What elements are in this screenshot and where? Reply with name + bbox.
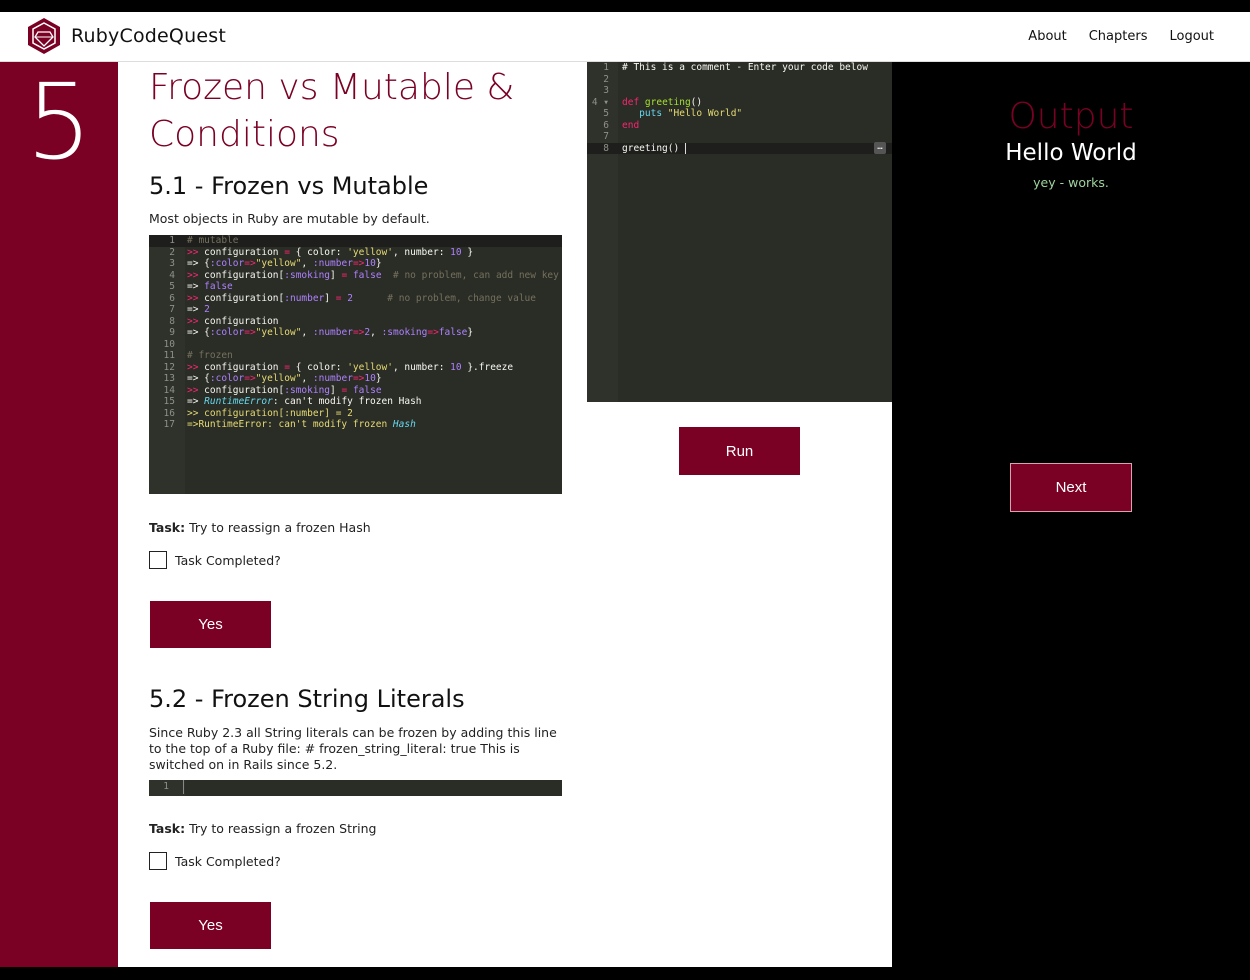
more-options-icon[interactable]: … [874, 142, 886, 154]
run-button[interactable]: Run [679, 427, 800, 475]
code-line[interactable]: 1 [149, 780, 562, 794]
output-text: Hello World [1005, 140, 1137, 166]
output-success-message: yey - works. [1033, 175, 1109, 190]
code-line: 11 # frozen [163, 350, 233, 361]
task-label: Task: [149, 821, 186, 836]
editor-line[interactable]: 2 [587, 74, 892, 86]
task-completed-checkbox[interactable] [149, 852, 167, 870]
editor-line[interactable]: 3 [587, 85, 892, 97]
output-panel [892, 62, 1250, 967]
task-text: Try to reassign a frozen String [185, 821, 377, 836]
code-editor-frozen-string[interactable]: 1 [149, 780, 562, 796]
code-line: 13 => {:color=>"yellow", :number=>10} [163, 373, 382, 384]
section-1-yes-button[interactable]: Yes [150, 601, 271, 648]
task-text: Try to reassign a frozen Hash [185, 520, 371, 535]
ruby-gem-logo-icon[interactable] [24, 16, 64, 56]
editor-line[interactable]: 7 [587, 131, 892, 143]
chapter-sidebar [0, 62, 118, 967]
top-border [0, 0, 1250, 12]
editor-line[interactable]: 8 greeting() [587, 142, 892, 154]
nav-logout-link[interactable]: Logout [1169, 29, 1214, 44]
code-line: 1 # mutable [149, 235, 562, 247]
nav-chapters-link[interactable]: Chapters [1089, 29, 1148, 44]
task-completed-label: Task Completed? [175, 552, 281, 568]
section-1-description: Most objects in Ruby are mutable by defa… [149, 211, 430, 226]
code-line: 8 >> configuration [169, 315, 279, 327]
editor-line[interactable]: 4 ▾ def greeting() [587, 97, 892, 109]
code-playground-editor[interactable]: 1 # This is a comment - Enter your code b… [587, 62, 892, 402]
nav-about-link[interactable]: About [1028, 29, 1066, 44]
chapter-title: Frozen vs Mutable & Conditions [149, 67, 515, 155]
section-2-description: Since Ruby 2.3 all String literals can b… [149, 725, 557, 772]
code-line: 14 >> configuration[:smoking] = false [163, 384, 382, 396]
top-nav: About Chapters Logout [1028, 29, 1214, 44]
section-2-title: 5.2 - Frozen String Literals [149, 685, 465, 713]
code-line: 7 => 2 [169, 304, 210, 315]
section-2-task: Task: Try to reassign a frozen String [149, 821, 376, 836]
bottom-border [0, 967, 1250, 980]
app-header: RubyCodeQuest About Chapters Logout [0, 12, 1250, 62]
task-completed-label: Task Completed? [175, 853, 281, 869]
code-line: 15 => RuntimeError: can't modify frozen H… [163, 396, 422, 407]
task-completed-checkbox[interactable] [149, 551, 167, 569]
code-line: 6 >> configuration[:number] = 2 # no prob… [169, 292, 536, 304]
code-example-frozen-hash: 1 # mutable 2 >> configuration = { color: … [149, 235, 562, 494]
section-2-yes-button[interactable]: Yes [150, 902, 271, 949]
code-line: 5 => false [169, 281, 233, 292]
section-1-task: Task: Try to reassign a frozen Hash [149, 520, 371, 535]
editor-line[interactable]: 1 # This is a comment - Enter your code b… [587, 62, 892, 74]
code-line: 2 >> configuration = { color: 'yellow', n… [169, 246, 474, 258]
output-title: Output [1008, 96, 1134, 137]
editor-line[interactable]: 5 puts "Hello World" [587, 108, 892, 120]
next-button[interactable]: Next [1010, 463, 1132, 512]
code-line: 4 >> configuration[:smoking] = false # no… [169, 269, 559, 281]
code-line: 17 =>RuntimeError: can't modify frozen Ha… [163, 419, 416, 430]
section-1-task-completed: Task Completed? [149, 551, 281, 569]
code-line: 3 => {:color=>"yellow", :number=>10} [169, 258, 382, 269]
chapter-number: 5 [26, 61, 93, 183]
section-2-task-completed: Task Completed? [149, 852, 281, 870]
editor-line[interactable]: 6 end [587, 120, 892, 132]
code-line: 12 >> configuration = { color: 'yellow', … [163, 361, 514, 373]
code-line: 16 >> configuration[:number] = 2 [163, 407, 353, 419]
code-line: 9 => {:color=>"yellow", :number=>2, :smok… [169, 327, 474, 338]
section-1-title: 5.1 - Frozen vs Mutable [149, 172, 429, 200]
code-line: 10 [163, 338, 175, 350]
task-label: Task: [149, 520, 186, 535]
brand-name[interactable]: RubyCodeQuest [71, 25, 226, 47]
